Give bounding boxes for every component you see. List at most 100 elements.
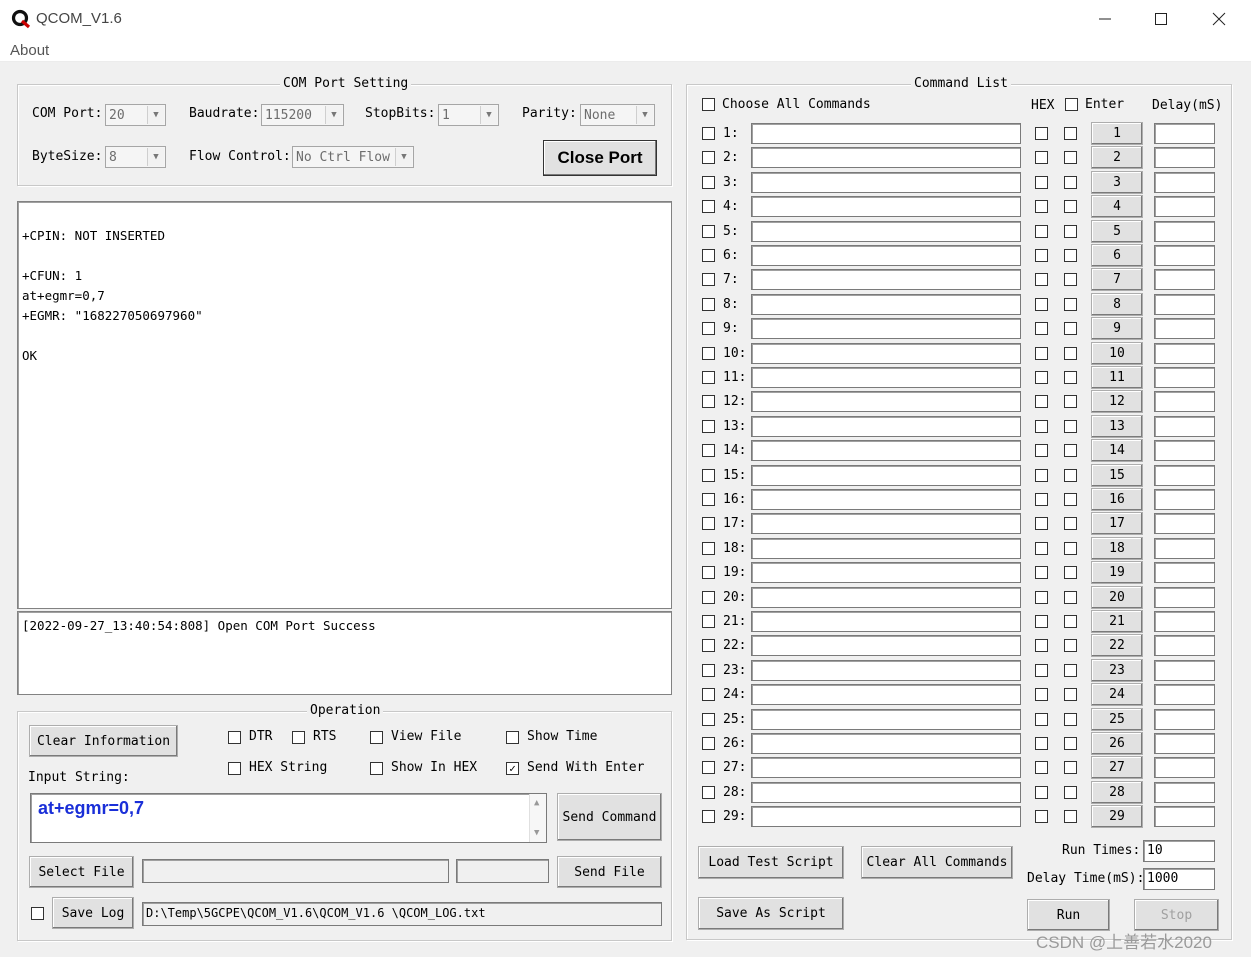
command-delay-input[interactable] [1154,782,1215,803]
command-enter-checkbox[interactable] [1064,273,1077,286]
save-log-checkbox[interactable] [31,907,44,920]
command-input[interactable] [751,245,1021,266]
command-send-button[interactable]: 27 [1091,756,1143,779]
command-input[interactable] [751,318,1021,339]
command-send-button[interactable]: 10 [1091,342,1143,365]
save-log-button[interactable]: Save Log [52,897,134,929]
flow-control-select[interactable]: No Ctrl Flow ▼ [292,146,414,168]
command-input[interactable] [751,489,1021,510]
command-hex-checkbox[interactable] [1035,810,1048,823]
load-test-script-button[interactable]: Load Test Script [698,846,844,879]
command-delay-input[interactable] [1154,343,1215,364]
command-delay-input[interactable] [1154,367,1215,388]
command-enter-checkbox[interactable] [1064,591,1077,604]
command-send-button[interactable]: 28 [1091,781,1143,804]
command-enter-checkbox[interactable] [1064,371,1077,384]
send-command-button[interactable]: Send Command [557,793,662,841]
scroll-up-icon[interactable]: ▲ [534,798,539,808]
command-delay-input[interactable] [1154,294,1215,315]
clear-all-commands-button[interactable]: Clear All Commands [861,846,1013,879]
command-select-checkbox[interactable] [702,273,715,286]
command-select-checkbox[interactable] [702,566,715,579]
run-times-field[interactable]: 10 [1143,840,1215,862]
command-send-button[interactable]: 14 [1091,439,1143,462]
command-enter-checkbox[interactable] [1064,639,1077,652]
command-enter-checkbox[interactable] [1064,664,1077,677]
command-send-button[interactable]: 29 [1091,805,1143,828]
command-hex-checkbox[interactable] [1035,347,1048,360]
command-send-button[interactable]: 17 [1091,512,1143,535]
input-scrollbar[interactable]: ▲ ▼ [529,794,546,842]
command-enter-checkbox[interactable] [1064,298,1077,311]
command-delay-input[interactable] [1154,172,1215,193]
command-enter-checkbox[interactable] [1064,737,1077,750]
command-delay-input[interactable] [1154,635,1215,656]
command-enter-checkbox[interactable] [1064,786,1077,799]
command-input[interactable] [751,147,1021,168]
command-hex-checkbox[interactable] [1035,200,1048,213]
command-send-button[interactable]: 20 [1091,586,1143,609]
command-input[interactable] [751,806,1021,827]
command-delay-input[interactable] [1154,123,1215,144]
command-delay-input[interactable] [1154,465,1215,486]
command-enter-checkbox[interactable] [1064,249,1077,262]
command-input[interactable] [751,513,1021,534]
command-delay-input[interactable] [1154,757,1215,778]
command-input[interactable] [751,172,1021,193]
command-enter-checkbox[interactable] [1064,713,1077,726]
command-enter-checkbox[interactable] [1064,322,1077,335]
command-select-checkbox[interactable] [702,298,715,311]
command-input[interactable] [751,343,1021,364]
command-hex-checkbox[interactable] [1035,688,1048,701]
command-select-checkbox[interactable] [702,615,715,628]
command-select-checkbox[interactable] [702,127,715,140]
command-input[interactable] [751,709,1021,730]
command-hex-checkbox[interactable] [1035,469,1048,482]
command-hex-checkbox[interactable] [1035,395,1048,408]
command-select-checkbox[interactable] [702,151,715,164]
select-file-button[interactable]: Select File [29,856,134,888]
file-path-field[interactable] [142,859,449,883]
command-delay-input[interactable] [1154,660,1215,681]
run-button[interactable]: Run [1027,899,1110,931]
command-input[interactable] [751,416,1021,437]
command-hex-checkbox[interactable] [1035,420,1048,433]
command-delay-input[interactable] [1154,196,1215,217]
command-hex-checkbox[interactable] [1035,444,1048,457]
baudrate-select[interactable]: 115200 ▼ [261,104,344,126]
command-delay-input[interactable] [1154,269,1215,290]
command-enter-checkbox[interactable] [1064,127,1077,140]
command-input[interactable] [751,538,1021,559]
show-time-checkbox[interactable] [506,731,519,744]
command-send-button[interactable]: 22 [1091,634,1143,657]
command-input[interactable] [751,611,1021,632]
command-delay-input[interactable] [1154,489,1215,510]
command-input[interactable] [751,367,1021,388]
command-enter-checkbox[interactable] [1064,566,1077,579]
command-select-checkbox[interactable] [702,420,715,433]
command-delay-input[interactable] [1154,245,1215,266]
command-select-checkbox[interactable] [702,517,715,530]
command-send-button[interactable]: 6 [1091,244,1143,267]
command-send-button[interactable]: 21 [1091,610,1143,633]
command-hex-checkbox[interactable] [1035,371,1048,384]
command-delay-input[interactable] [1154,391,1215,412]
command-enter-checkbox[interactable] [1064,761,1077,774]
command-enter-checkbox[interactable] [1064,347,1077,360]
command-hex-checkbox[interactable] [1035,591,1048,604]
choose-all-checkbox[interactable] [702,98,715,111]
command-input[interactable] [751,562,1021,583]
command-input[interactable] [751,733,1021,754]
command-hex-checkbox[interactable] [1035,249,1048,262]
command-hex-checkbox[interactable] [1035,273,1048,286]
menu-about[interactable]: About [10,42,49,59]
bytesize-select[interactable]: 8 ▼ [105,146,166,168]
command-input[interactable] [751,684,1021,705]
command-input[interactable] [751,221,1021,242]
command-select-checkbox[interactable] [702,469,715,482]
command-hex-checkbox[interactable] [1035,493,1048,506]
command-send-button[interactable]: 1 [1091,122,1143,145]
delay-time-field[interactable]: 1000 [1143,868,1215,890]
command-hex-checkbox[interactable] [1035,176,1048,189]
enter-all-checkbox[interactable] [1065,98,1078,111]
